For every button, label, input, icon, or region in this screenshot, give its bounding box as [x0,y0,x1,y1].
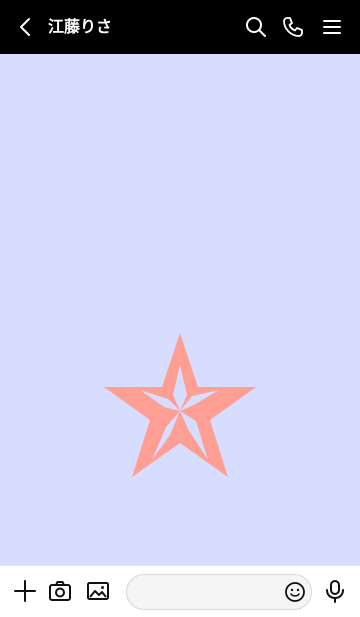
back-button[interactable] [14,15,38,39]
back-chevron-icon [20,18,30,36]
camera-icon [49,581,71,601]
search-button[interactable] [244,15,268,39]
menu-icon [323,20,341,34]
emoji-button[interactable] [284,581,306,603]
microphone-icon [326,580,344,603]
camera-button[interactable] [47,578,73,604]
chat-title: 江藤りさ [48,17,113,36]
chat-footer [0,565,360,617]
phone-icon [283,17,303,37]
image-icon [87,582,109,600]
emoji-icon [285,582,305,602]
voice-button[interactable] [322,578,348,604]
search-icon [246,17,266,37]
menu-button[interactable] [320,15,344,39]
chat-area[interactable] [0,54,360,565]
star-icon [104,333,256,477]
call-button[interactable] [281,15,305,39]
plus-icon [14,580,36,602]
add-button[interactable] [12,578,38,604]
image-button[interactable] [85,578,111,604]
chat-header: 江藤りさ [0,0,360,54]
message-input[interactable] [126,574,312,610]
